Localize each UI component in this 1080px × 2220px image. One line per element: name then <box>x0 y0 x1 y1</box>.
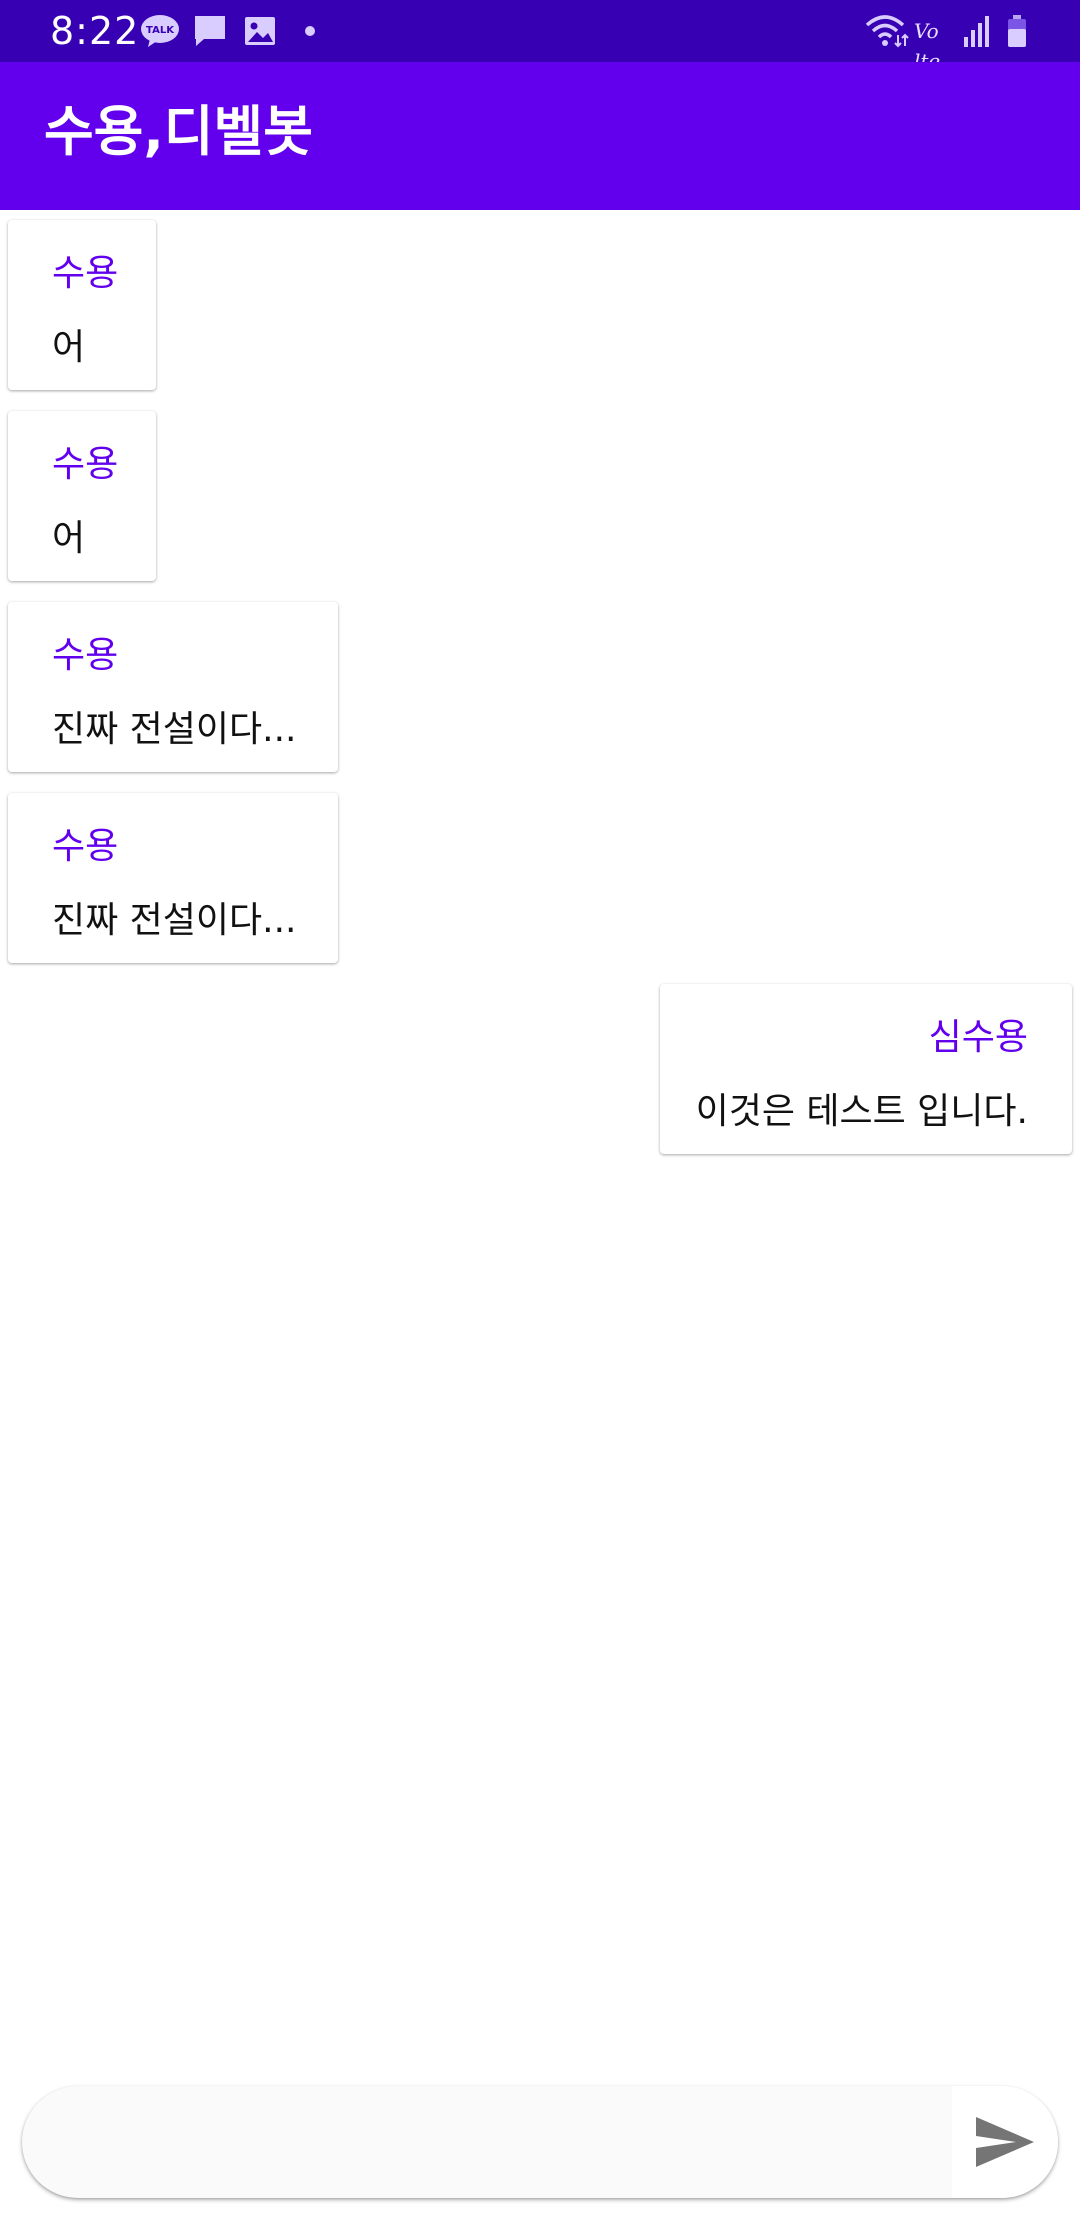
send-button[interactable] <box>952 2086 1058 2198</box>
image-icon <box>245 17 275 45</box>
message-card[interactable]: 수용 진짜 전설이다... <box>8 793 338 963</box>
chat-bubble-icon <box>195 16 225 46</box>
message-text: 어 <box>52 518 86 559</box>
message-card[interactable]: 수용 어 <box>8 220 156 390</box>
message-input[interactable] <box>22 2086 952 2198</box>
svg-text:TALK: TALK <box>146 25 175 36</box>
message-sender: 심수용 <box>928 1017 1028 1058</box>
status-bar: 8:22 TALK Vo lte <box>0 0 1080 73</box>
app-bar: 수용,디벨봇 <box>0 62 1080 210</box>
message-sender: 수용 <box>52 253 119 294</box>
send-icon <box>976 2117 1034 2167</box>
signal-icon <box>964 16 989 47</box>
message-card[interactable]: 심수용 이것은 테스트 입니다. <box>660 984 1072 1154</box>
message-text: 이것은 테스트 입니다. <box>695 1091 1028 1132</box>
status-time: 8:22 <box>50 9 140 53</box>
page-title: 수용,디벨봇 <box>44 100 313 163</box>
wifi-icon <box>865 15 909 48</box>
kakaotalk-icon: TALK <box>141 15 179 47</box>
message-text: 진짜 전설이다... <box>52 900 297 941</box>
message-sender: 수용 <box>52 826 119 867</box>
message-text: 진짜 전설이다... <box>52 709 297 750</box>
battery-icon <box>1008 15 1026 47</box>
message-sender: 수용 <box>52 635 119 676</box>
volte-icon: Vo lte <box>914 19 941 73</box>
dot-icon <box>305 26 315 36</box>
message-card[interactable]: 수용 어 <box>8 411 156 581</box>
message-sender: 수용 <box>52 444 119 485</box>
message-card[interactable]: 수용 진짜 전설이다... <box>8 602 338 772</box>
message-text: 어 <box>52 327 86 368</box>
message-composer <box>22 2086 1058 2198</box>
